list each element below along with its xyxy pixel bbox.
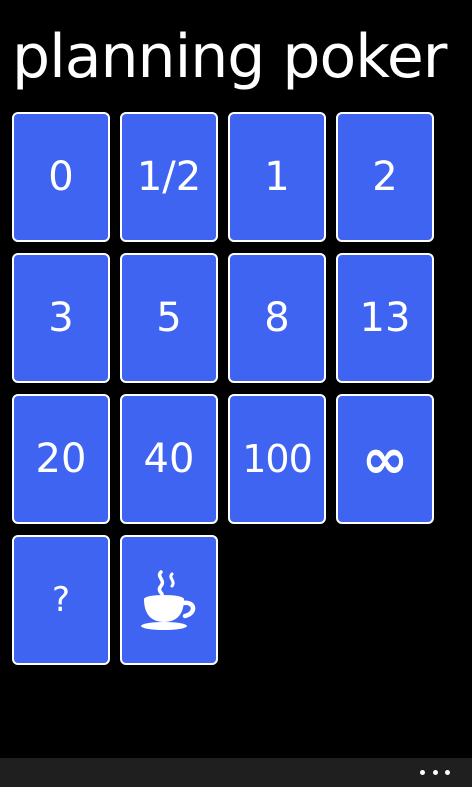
card-label: 1/2: [136, 154, 202, 200]
card-label: ?: [51, 580, 71, 620]
card-half[interactable]: 1/2: [120, 112, 218, 242]
card-label: 8: [264, 295, 290, 341]
card-label: 100: [242, 437, 313, 481]
page-title: planning poker: [12, 22, 447, 92]
card-label: ∞: [361, 426, 409, 492]
ellipsis-icon: [420, 769, 425, 775]
more-options-button[interactable]: [420, 765, 450, 779]
card-8[interactable]: 8: [228, 253, 326, 383]
card-label: 0: [48, 154, 74, 200]
card-question[interactable]: ?: [12, 535, 110, 665]
ellipsis-icon: [445, 769, 450, 775]
app-page: planning poker 0 1/2 1 2 3 5 8 13 20 40: [0, 0, 472, 787]
card-label: 5: [156, 295, 182, 341]
card-label: 3: [48, 295, 74, 341]
card-2[interactable]: 2: [336, 112, 434, 242]
card-3[interactable]: 3: [12, 253, 110, 383]
card-label: 13: [359, 295, 411, 341]
card-infinity[interactable]: ∞: [336, 394, 434, 524]
card-coffee[interactable]: [120, 535, 218, 665]
card-0[interactable]: 0: [12, 112, 110, 242]
app-bar: [0, 758, 472, 787]
card-label: 40: [143, 436, 195, 482]
card-40[interactable]: 40: [120, 394, 218, 524]
card-grid: 0 1/2 1 2 3 5 8 13 20 40 100 ∞ ?: [12, 112, 436, 665]
coffee-cup-icon: [141, 570, 196, 630]
card-1[interactable]: 1: [228, 112, 326, 242]
card-20[interactable]: 20: [12, 394, 110, 524]
card-5[interactable]: 5: [120, 253, 218, 383]
card-13[interactable]: 13: [336, 253, 434, 383]
ellipsis-icon: [432, 769, 438, 775]
card-label: 20: [35, 436, 87, 482]
card-label: 2: [372, 154, 398, 200]
card-label: 1: [264, 154, 290, 200]
card-100[interactable]: 100: [228, 394, 326, 524]
